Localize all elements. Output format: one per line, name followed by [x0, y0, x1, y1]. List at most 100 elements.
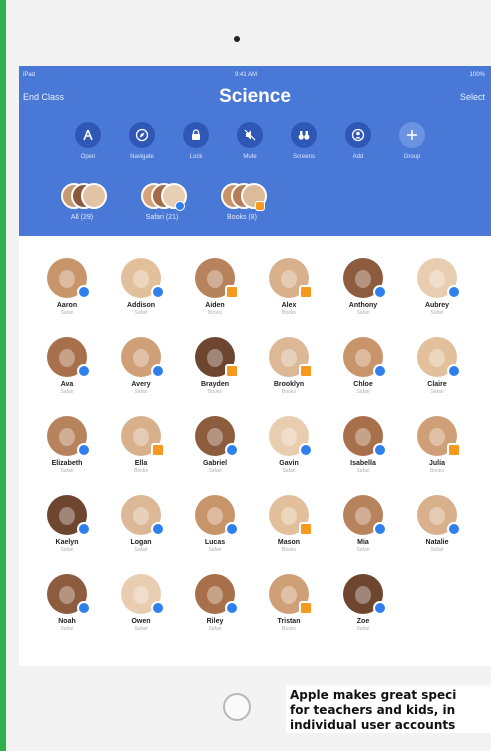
- student-logan[interactable]: Logan Safari: [111, 495, 171, 553]
- student-chloe[interactable]: Chloe Safari: [333, 337, 393, 395]
- student-addison[interactable]: Addison Safari: [111, 258, 171, 316]
- face: [133, 349, 149, 367]
- screens-button[interactable]: Screens: [281, 122, 327, 160]
- add-button[interactable]: Add: [335, 122, 381, 160]
- student-julia[interactable]: Julia Books: [407, 416, 467, 474]
- select-button[interactable]: Select: [460, 92, 485, 102]
- student-app: Safari: [134, 389, 148, 395]
- student-owen[interactable]: Owen Safari: [111, 574, 171, 632]
- student-tristan[interactable]: Tristan Books: [259, 574, 319, 632]
- student-isabella[interactable]: Isabella Safari: [333, 416, 393, 474]
- student-claire[interactable]: Claire Safari: [407, 337, 467, 395]
- books-icon: [151, 443, 165, 457]
- student-name: Brayden: [200, 381, 229, 388]
- student-mason[interactable]: Mason Books: [259, 495, 319, 553]
- student-name: Mason: [277, 539, 301, 546]
- group-button[interactable]: Group: [389, 122, 435, 160]
- student-lucas[interactable]: Lucas Safari: [185, 495, 245, 553]
- avatar: [47, 258, 91, 299]
- student-gabriel[interactable]: Gabriel Safari: [185, 416, 245, 474]
- student-mia[interactable]: Mia Safari: [333, 495, 393, 553]
- student-app: Books: [282, 389, 296, 395]
- student-app: Safari: [208, 468, 222, 474]
- student-app: Books: [134, 468, 148, 474]
- safari-icon: [225, 522, 239, 536]
- student-name: Mia: [357, 539, 369, 546]
- avatar: [417, 416, 461, 457]
- safari-icon: [373, 601, 387, 615]
- student-elizabeth[interactable]: Elizabeth Safari: [37, 416, 97, 474]
- student-aaron[interactable]: Aaron Safari: [37, 258, 97, 316]
- action-label: Group: [403, 154, 421, 160]
- student-ava[interactable]: Ava Safari: [37, 337, 97, 395]
- face: [429, 349, 445, 367]
- student-name: Aiden: [205, 302, 225, 309]
- group-books[interactable]: Books (8): [207, 181, 277, 221]
- avatar: [269, 337, 313, 378]
- student-brooklyn[interactable]: Brooklyn Books: [259, 337, 319, 395]
- group-safari[interactable]: Safari (21): [127, 181, 197, 221]
- status-time: 9:41 AM: [235, 72, 258, 78]
- student-natalie[interactable]: Natalie Safari: [407, 495, 467, 553]
- safari-icon: [151, 364, 165, 378]
- student-app: Safari: [134, 310, 148, 316]
- student-ella[interactable]: Ella Books: [111, 416, 171, 474]
- safari-icon: [373, 522, 387, 536]
- face: [207, 507, 223, 525]
- student-name: Tristan: [277, 618, 301, 625]
- avatar: [47, 416, 91, 457]
- student-name: Julia: [429, 460, 445, 467]
- student-app: Books: [430, 468, 444, 474]
- student-gavin[interactable]: Gavin Safari: [259, 416, 319, 474]
- avatar: [81, 183, 107, 209]
- student-aiden[interactable]: Aiden Books: [185, 258, 245, 316]
- student-name: Riley: [206, 618, 224, 625]
- avatar: [195, 416, 239, 457]
- student-noah[interactable]: Noah Safari: [37, 574, 97, 632]
- safari-icon: [77, 522, 91, 536]
- action-label: Screens: [292, 154, 315, 160]
- safari-icon: [373, 364, 387, 378]
- avatar: [343, 495, 387, 536]
- student-name: Alex: [281, 302, 297, 309]
- navigate-button[interactable]: Navigate: [119, 122, 165, 160]
- student-app: Safari: [430, 310, 444, 316]
- mute-button[interactable]: Mute: [227, 122, 273, 160]
- student-brayden[interactable]: Brayden Books: [185, 337, 245, 395]
- student-app: Books: [282, 310, 296, 316]
- safari-icon: [373, 443, 387, 457]
- student-name: Noah: [58, 618, 76, 625]
- ipad-device: iPad 9:41 AM 100% End Class Science Sele…: [6, 0, 491, 751]
- student-app: Safari: [134, 626, 148, 632]
- avatar: [417, 337, 461, 378]
- group-all[interactable]: All (29): [47, 181, 117, 221]
- safari-icon: [77, 364, 91, 378]
- home-button[interactable]: [223, 693, 251, 721]
- action-label: Add: [352, 154, 364, 160]
- student-anthony[interactable]: Anthony Safari: [333, 258, 393, 316]
- student-app: Safari: [430, 547, 444, 553]
- student-name: Owen: [131, 618, 151, 625]
- face: [355, 270, 371, 288]
- group-label: Books (8): [227, 214, 257, 221]
- student-kaelyn[interactable]: Kaelyn Safari: [37, 495, 97, 553]
- student-name: Addison: [127, 302, 155, 309]
- student-riley[interactable]: Riley Safari: [185, 574, 245, 632]
- books-icon: [255, 201, 265, 211]
- open-button[interactable]: Open: [65, 122, 111, 160]
- safari-icon: [299, 443, 313, 457]
- student-app: Safari: [208, 547, 222, 553]
- lock-button[interactable]: Lock: [173, 122, 219, 160]
- student-aubrey[interactable]: Aubrey Safari: [407, 258, 467, 316]
- status-carrier: iPad: [23, 72, 36, 78]
- face: [355, 349, 371, 367]
- avatar: [269, 258, 313, 299]
- student-alex[interactable]: Alex Books: [259, 258, 319, 316]
- student-app: Safari: [60, 468, 74, 474]
- avatar: [195, 258, 239, 299]
- face: [429, 507, 445, 525]
- books-icon: [225, 285, 239, 299]
- student-zoe[interactable]: Zoe Safari: [333, 574, 393, 632]
- avatar: [121, 574, 165, 615]
- student-avery[interactable]: Avery Safari: [111, 337, 171, 395]
